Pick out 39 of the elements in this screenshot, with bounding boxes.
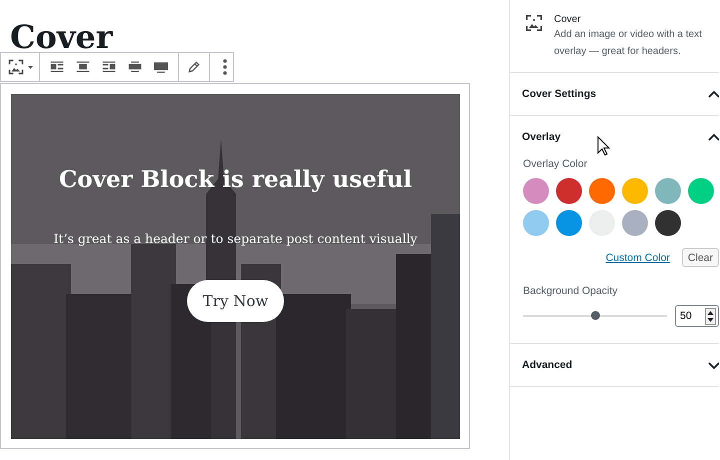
spinner-icon[interactable] <box>705 308 716 324</box>
color-swatch[interactable] <box>622 178 648 204</box>
cursor-icon <box>597 136 611 157</box>
custom-color-link[interactable]: Custom Color <box>606 252 670 264</box>
color-swatch[interactable] <box>523 210 549 236</box>
align-left-icon <box>49 60 65 74</box>
color-swatch[interactable] <box>556 210 582 236</box>
block-description: Add an image or video with a text overlay — great for headers. <box>554 28 703 59</box>
cover-text: It’s great as a header or to separate post content visually <box>54 231 418 246</box>
panel-title: Cover Settings <box>522 88 596 100</box>
panel-header[interactable]: Overlay <box>510 116 719 158</box>
panel-title: Overlay <box>522 131 561 143</box>
color-swatch[interactable] <box>655 210 681 236</box>
pencil-icon <box>187 60 201 74</box>
color-swatch[interactable] <box>589 178 615 204</box>
full-width-icon <box>153 60 169 74</box>
color-swatch[interactable] <box>688 178 714 204</box>
color-swatch[interactable] <box>655 178 681 204</box>
try-now-button[interactable]: Try Now <box>187 280 284 322</box>
slider-handle[interactable] <box>591 311 600 320</box>
color-swatch[interactable] <box>622 210 648 236</box>
overlay-color-label: Overlay Color <box>523 158 588 170</box>
panel-header[interactable]: Cover Settings <box>510 73 719 115</box>
more-icon <box>223 59 227 75</box>
clear-button[interactable]: Clear <box>682 248 719 267</box>
cover-icon <box>7 58 25 76</box>
panel-header[interactable]: Advanced <box>510 344 719 386</box>
panel-title: Advanced <box>522 359 572 371</box>
opacity-label: Background Opacity <box>523 285 619 297</box>
cover-icon <box>524 13 544 33</box>
color-swatch[interactable] <box>523 178 549 204</box>
block-title: Cover <box>9 17 114 52</box>
caret-icon <box>28 66 33 68</box>
wide-width-icon <box>127 60 143 74</box>
block-name: Cover <box>554 14 582 25</box>
align-right-icon <box>101 60 117 74</box>
cover-heading: Cover Block is really useful <box>58 166 412 193</box>
align-center-icon <box>75 60 91 74</box>
color-swatch[interactable] <box>556 178 582 204</box>
